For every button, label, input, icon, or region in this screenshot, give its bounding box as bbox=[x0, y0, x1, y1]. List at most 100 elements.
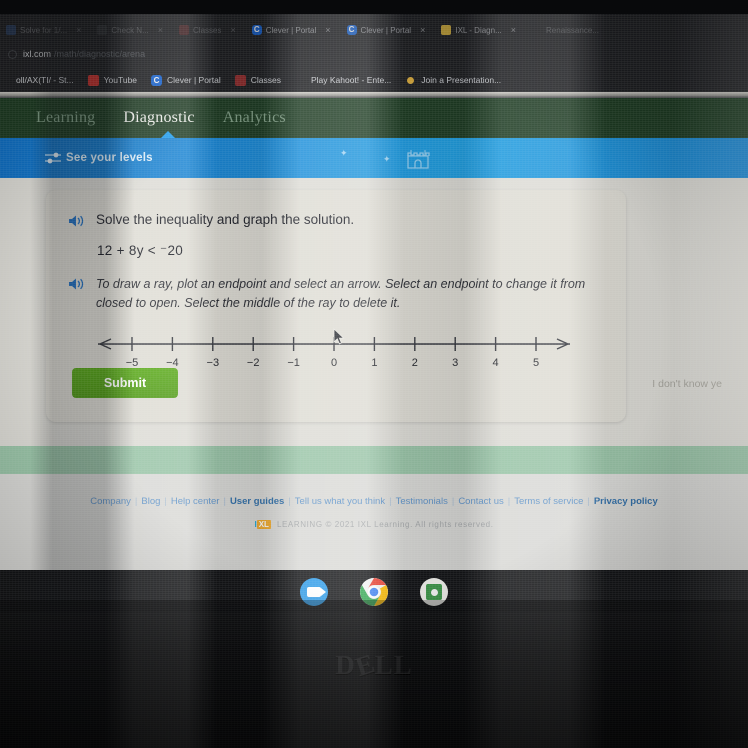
omnibox[interactable]: ixl.com /math/diagnostic/arena bbox=[0, 43, 748, 65]
chromeos-shelf bbox=[0, 570, 748, 614]
tab-close-icon[interactable]: × bbox=[511, 25, 516, 35]
number-line-label: 1 bbox=[371, 357, 377, 369]
browser-tab[interactable]: C Clever | Portal × bbox=[246, 19, 341, 41]
number-line-label: −1 bbox=[287, 357, 300, 369]
dell-logo: DELL bbox=[0, 648, 748, 682]
tab-favicon bbox=[6, 25, 16, 35]
footer-copyright: © 2021 IXL Learning. All rights reserved… bbox=[325, 520, 494, 529]
footer-separator: | bbox=[389, 496, 392, 507]
browser-chrome: Solve for 1/... × Check N... × Classes ×… bbox=[0, 10, 748, 96]
browser-tab[interactable]: Renaissance... bbox=[526, 19, 601, 41]
number-line-label: 0 bbox=[331, 357, 337, 369]
google-meet-icon[interactable] bbox=[300, 578, 328, 606]
bookmark-favicon bbox=[0, 75, 11, 86]
omnibox-path: /math/diagnostic/arena bbox=[54, 49, 146, 59]
google-classroom-icon[interactable] bbox=[420, 578, 448, 606]
classroom-glyph bbox=[426, 584, 442, 600]
number-line-label: 3 bbox=[452, 357, 458, 369]
bookmarks-bar: oll/AX(TI/ - St... YouTube C Clever | Po… bbox=[0, 68, 748, 92]
tab-favicon: C bbox=[346, 25, 357, 35]
footer-separator: | bbox=[134, 496, 138, 507]
page-footer: Company | Blog | Help center | User guides | Tel… bbox=[0, 474, 748, 570]
i-dont-know-button[interactable]: I don't know ye bbox=[652, 378, 722, 390]
footer-separator: | bbox=[223, 496, 226, 507]
speaker-icon[interactable] bbox=[68, 277, 85, 291]
bookmark-label: YouTube bbox=[103, 75, 138, 85]
tab-close-icon[interactable]: × bbox=[76, 25, 81, 35]
google-chrome-icon[interactable] bbox=[360, 578, 388, 606]
bookmark-label: Classes bbox=[250, 75, 281, 85]
footer-link-privacy-policy[interactable]: Privacy policy bbox=[594, 496, 658, 507]
tab-close-icon[interactable]: × bbox=[158, 25, 163, 35]
camera-glyph bbox=[307, 587, 326, 597]
number-line-label: −3 bbox=[207, 357, 220, 369]
tab-title: IXL - Diagn... bbox=[455, 25, 502, 35]
footer-link-help-center[interactable]: Help center bbox=[171, 496, 220, 507]
dell-logo-ll: LL bbox=[374, 650, 413, 680]
footer-link-blog[interactable]: Blog bbox=[141, 496, 160, 507]
see-your-levels-band[interactable]: See your levels ✦ ✦ bbox=[0, 138, 748, 178]
tab-close-icon[interactable]: × bbox=[420, 25, 425, 35]
tab-close-icon[interactable]: × bbox=[230, 25, 235, 35]
tab-title: Check N... bbox=[111, 25, 149, 35]
footer-separator: | bbox=[288, 496, 291, 507]
tab-title: Clever | Portal bbox=[265, 25, 317, 35]
bookmark-item[interactable]: oll/AX(TI/ - St... bbox=[0, 75, 74, 86]
bookmark-item[interactable]: Play Kahoot! - Ente... bbox=[295, 75, 391, 86]
footer-link-feedback[interactable]: Tell us what you think bbox=[295, 496, 385, 507]
ixl-logo-word: LEARNING bbox=[276, 520, 323, 529]
tab-favicon bbox=[441, 25, 452, 35]
question-prompt: Solve the inequality and graph the solut… bbox=[96, 212, 355, 227]
ixl-navbar: Learning Diagnostic Analytics bbox=[0, 98, 748, 139]
bookmark-favicon bbox=[295, 75, 306, 86]
see-your-levels-label: See your levels bbox=[66, 152, 153, 164]
footer-copyright-row: I XL LEARNING © 2021 IXL Learning. All rig… bbox=[0, 520, 748, 529]
bookmark-item[interactable]: Join a Presentation... bbox=[405, 75, 501, 85]
presentation-icon bbox=[407, 76, 415, 84]
bookmark-label: Play Kahoot! - Ente... bbox=[310, 75, 392, 85]
bookmark-item[interactable]: YouTube bbox=[87, 74, 138, 86]
ixl-logo-xl: XL bbox=[256, 520, 271, 529]
bookmark-label: oll/AX(TI/ - St... bbox=[16, 75, 74, 85]
footer-separator: | bbox=[587, 496, 590, 507]
question-instruction-row: To draw a ray, plot an endpoint and sele… bbox=[46, 259, 626, 313]
nav-item-analytics[interactable]: Analytics bbox=[223, 109, 286, 127]
footer-link-company[interactable]: Company bbox=[90, 496, 131, 507]
nav-item-diagnostic[interactable]: Diagnostic bbox=[123, 109, 194, 127]
footer-links: Company | Blog | Help center | User guides | Tel… bbox=[0, 496, 748, 507]
footer-link-user-guides[interactable]: User guides bbox=[230, 496, 284, 507]
footer-separator: | bbox=[164, 496, 167, 507]
footer-link-contact-us[interactable]: Contact us bbox=[458, 496, 503, 507]
classroom-icon bbox=[234, 74, 246, 86]
footer-separator: | bbox=[451, 496, 455, 507]
tab-title: Clever | Portal bbox=[360, 25, 412, 35]
tab-favicon bbox=[97, 25, 108, 35]
nav-item-learning[interactable]: Learning bbox=[36, 109, 95, 127]
footer-separator: | bbox=[507, 496, 511, 507]
question-instruction: To draw a ray, plot an endpoint and sele… bbox=[96, 276, 586, 310]
submit-button[interactable]: Submit bbox=[72, 368, 178, 398]
sparkle-icon: ✦ bbox=[383, 154, 391, 164]
browser-tab[interactable]: Classes × bbox=[173, 19, 246, 41]
browser-tab-active[interactable]: IXL - Diagn... × bbox=[435, 19, 526, 41]
clever-icon: C bbox=[151, 74, 163, 86]
sparkle-icon: ✦ bbox=[340, 148, 348, 158]
browser-tab[interactable]: C Clever | Portal × bbox=[341, 19, 436, 41]
bookmark-label: Clever | Portal bbox=[167, 75, 221, 85]
omnibox-host: ixl.com bbox=[23, 49, 52, 59]
tab-close-icon[interactable]: × bbox=[325, 25, 330, 35]
browser-tab[interactable]: Check N... × bbox=[91, 19, 173, 41]
footer-link-terms-of-service[interactable]: Terms of service bbox=[514, 496, 583, 507]
tab-favicon bbox=[532, 25, 542, 35]
browser-tabstrip: Solve for 1/... × Check N... × Classes ×… bbox=[0, 18, 748, 42]
tab-favicon: C bbox=[251, 25, 262, 35]
question-equation: 12 + 8y < ⁻20 bbox=[97, 242, 184, 258]
tab-favicon bbox=[179, 25, 190, 35]
browser-tab[interactable]: Solve for 1/... × bbox=[0, 19, 91, 41]
bookmark-item[interactable]: C Clever | Portal bbox=[151, 74, 221, 86]
tab-title: Renaissance... bbox=[546, 25, 599, 35]
footer-link-testimonials[interactable]: Testimonials bbox=[396, 496, 448, 507]
bookmark-item[interactable]: Classes bbox=[234, 74, 281, 86]
speaker-icon[interactable] bbox=[68, 214, 85, 228]
number-line-label: 2 bbox=[412, 357, 418, 369]
